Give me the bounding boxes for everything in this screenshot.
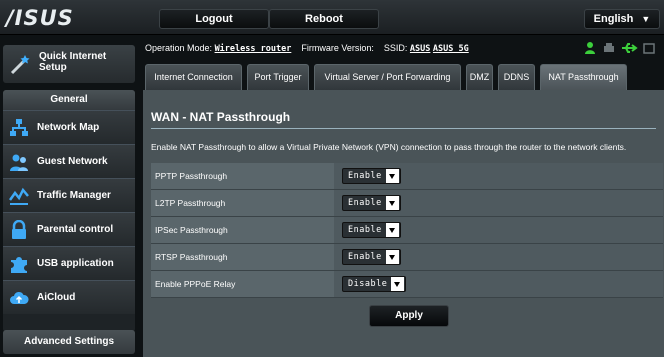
- quick-internet-setup-button[interactable]: Quick Internet Setup: [3, 45, 135, 83]
- select-value: Disable: [348, 279, 388, 289]
- user-icon[interactable]: [585, 42, 595, 54]
- apply-button[interactable]: Apply: [369, 305, 449, 327]
- chevron-down-icon: [385, 250, 399, 264]
- sidebar-item-traffic-manager[interactable]: Traffic Manager: [3, 178, 135, 212]
- rtsp-passthrough-select[interactable]: Enable: [342, 249, 401, 265]
- wand-icon: [10, 55, 30, 75]
- network-map-icon: [10, 119, 28, 136]
- chevron-down-icon: [391, 277, 405, 291]
- row-label: Enable PPPoE Relay: [151, 271, 334, 297]
- sidebar-item-parental-control[interactable]: Parental control: [3, 212, 135, 246]
- settings-table: PPTP Passthrough Enable L2TP Passthrough…: [151, 163, 663, 298]
- l2tp-passthrough-select[interactable]: Enable: [342, 195, 401, 211]
- row-value-cell: Enable: [334, 217, 663, 243]
- pppoe-relay-select[interactable]: Disable: [342, 276, 407, 292]
- printer-icon[interactable]: [604, 43, 614, 52]
- chevron-down-icon: [385, 196, 399, 210]
- chevron-down-icon: [385, 223, 399, 237]
- content-panel: WAN - NAT Passthrough Enable NAT Passthr…: [143, 90, 664, 357]
- select-value: Enable: [348, 225, 382, 235]
- table-row: IPSec Passthrough Enable: [151, 217, 663, 244]
- ssid-label: SSID:: [383, 43, 408, 53]
- reboot-button[interactable]: Reboot: [269, 9, 379, 29]
- logout-button[interactable]: Logout: [159, 9, 269, 29]
- chevron-down-icon: [385, 169, 399, 183]
- quick-setup-label: Quick Internet Setup: [39, 51, 107, 73]
- status-bar: Operation Mode: Wireless router Firmware…: [145, 38, 664, 58]
- op-mode-link[interactable]: Wireless router: [215, 44, 292, 54]
- title-divider: [151, 128, 656, 129]
- guest-network-icon: [10, 154, 28, 171]
- select-value: Enable: [348, 252, 382, 262]
- sidebar-item-label: Network Map: [37, 122, 100, 133]
- table-row: L2TP Passthrough Enable: [151, 190, 663, 217]
- usb-icon[interactable]: [622, 43, 638, 53]
- status-icons: [585, 42, 655, 54]
- ssid-5g-link[interactable]: ASUS_5G: [433, 44, 469, 54]
- sidebar-item-guest-network[interactable]: Guest Network: [3, 144, 135, 178]
- language-select[interactable]: English ▼: [584, 9, 660, 29]
- tab-port-trigger[interactable]: Port Trigger: [247, 64, 309, 90]
- tab-nat-passthrough[interactable]: NAT Passthrough: [540, 64, 627, 90]
- advanced-settings-header[interactable]: Advanced Settings: [3, 330, 135, 354]
- sidebar: Quick Internet Setup General Network Map…: [0, 35, 140, 357]
- tab-ddns[interactable]: DDNS: [498, 64, 535, 90]
- sidebar-item-label: USB application: [37, 258, 114, 269]
- tab-virtual-server[interactable]: Virtual Server / Port Forwarding: [314, 64, 461, 90]
- row-value-cell: Disable: [334, 271, 663, 297]
- table-row: PPTP Passthrough Enable: [151, 163, 663, 190]
- select-value: Enable: [348, 198, 382, 208]
- ssid-link[interactable]: ASUS: [410, 44, 430, 54]
- sidebar-item-aicloud[interactable]: AiCloud: [3, 280, 135, 314]
- top-bar: /ISUS Logout Reboot English ▼: [0, 0, 664, 35]
- asus-logo[interactable]: /ISUS: [6, 6, 134, 30]
- tab-internet-connection[interactable]: Internet Connection: [145, 64, 242, 90]
- general-header: General: [3, 90, 135, 110]
- row-label: PPTP Passthrough: [151, 163, 334, 189]
- tab-bar: Internet Connection Port Trigger Virtual…: [145, 64, 664, 90]
- tab-dmz[interactable]: DMZ: [466, 64, 493, 90]
- ipsec-passthrough-select[interactable]: Enable: [342, 222, 401, 238]
- lock-icon: [12, 220, 26, 239]
- puzzle-icon: [11, 257, 27, 273]
- general-section: General Network Map Guest Network Traffi…: [3, 90, 135, 332]
- sidebar-item-label: Parental control: [37, 224, 114, 235]
- row-value-cell: Enable: [334, 244, 663, 270]
- select-value: Enable: [348, 171, 382, 181]
- sidebar-item-usb-application[interactable]: USB application: [3, 246, 135, 280]
- page-title: WAN - NAT Passthrough: [151, 110, 291, 124]
- table-row: Enable PPPoE Relay Disable: [151, 271, 663, 298]
- op-mode-label: Operation Mode:: [145, 43, 213, 53]
- page-description: Enable NAT Passthrough to allow a Virtua…: [151, 142, 627, 152]
- pptp-passthrough-select[interactable]: Enable: [342, 168, 401, 184]
- traffic-manager-icon: [9, 187, 29, 205]
- wifi-icon[interactable]: [643, 43, 655, 54]
- row-label: IPSec Passthrough: [151, 217, 334, 243]
- row-value-cell: Enable: [334, 163, 663, 189]
- sidebar-item-label: Guest Network: [37, 156, 108, 167]
- cloud-icon: [10, 291, 29, 304]
- chevron-down-icon: ▼: [641, 14, 651, 24]
- row-value-cell: Enable: [334, 190, 663, 216]
- table-row: RTSP Passthrough Enable: [151, 244, 663, 271]
- row-label: L2TP Passthrough: [151, 190, 334, 216]
- sidebar-item-network-map[interactable]: Network Map: [3, 110, 135, 144]
- sidebar-item-label: AiCloud: [37, 292, 76, 303]
- row-label: RTSP Passthrough: [151, 244, 334, 270]
- firmware-label: Firmware Version:: [301, 43, 374, 53]
- sidebar-item-label: Traffic Manager: [37, 190, 111, 201]
- language-value: English: [593, 13, 634, 25]
